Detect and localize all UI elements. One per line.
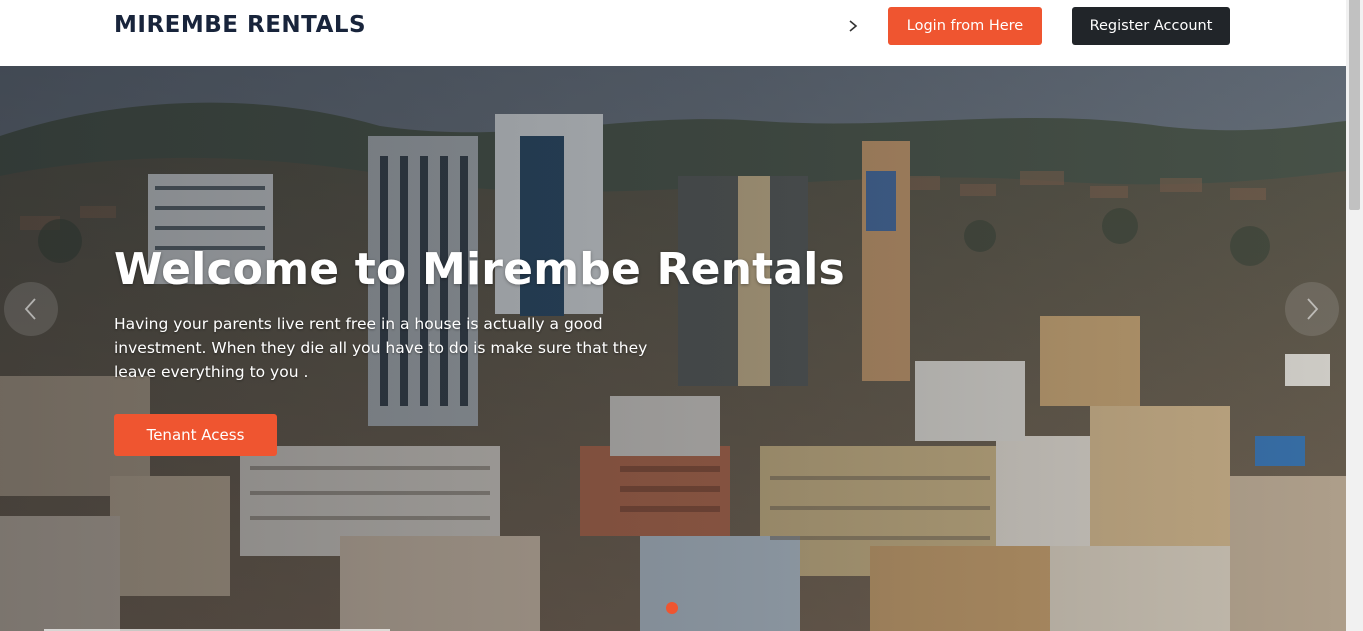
hero-carousel: Welcome to Mirembe Rentals Having your p…	[0, 66, 1346, 631]
hero-description: Having your parents live rent free in a …	[114, 315, 648, 381]
page-scrollbar[interactable]	[1346, 0, 1363, 631]
chevron-right-icon[interactable]	[846, 17, 860, 35]
chevron-left-icon	[24, 298, 36, 320]
register-account-button[interactable]: Register Account	[1072, 7, 1230, 45]
chevron-right-icon	[1307, 298, 1319, 320]
site-header: MIREMBE RENTALS Login from Here Register…	[0, 0, 1346, 66]
scrollbar-thumb[interactable]	[1349, 0, 1360, 210]
hero-title: Welcome to Mirembe Rentals	[114, 244, 845, 295]
login-button[interactable]: Login from Here	[888, 7, 1042, 45]
carousel-next-button[interactable]	[1285, 282, 1339, 336]
tenant-access-button[interactable]: Tenant Acess	[114, 414, 277, 456]
brand-logo[interactable]: MIREMBE RENTALS	[114, 12, 366, 38]
carousel-prev-button[interactable]	[4, 282, 58, 336]
carousel-indicator-active[interactable]	[666, 602, 678, 614]
